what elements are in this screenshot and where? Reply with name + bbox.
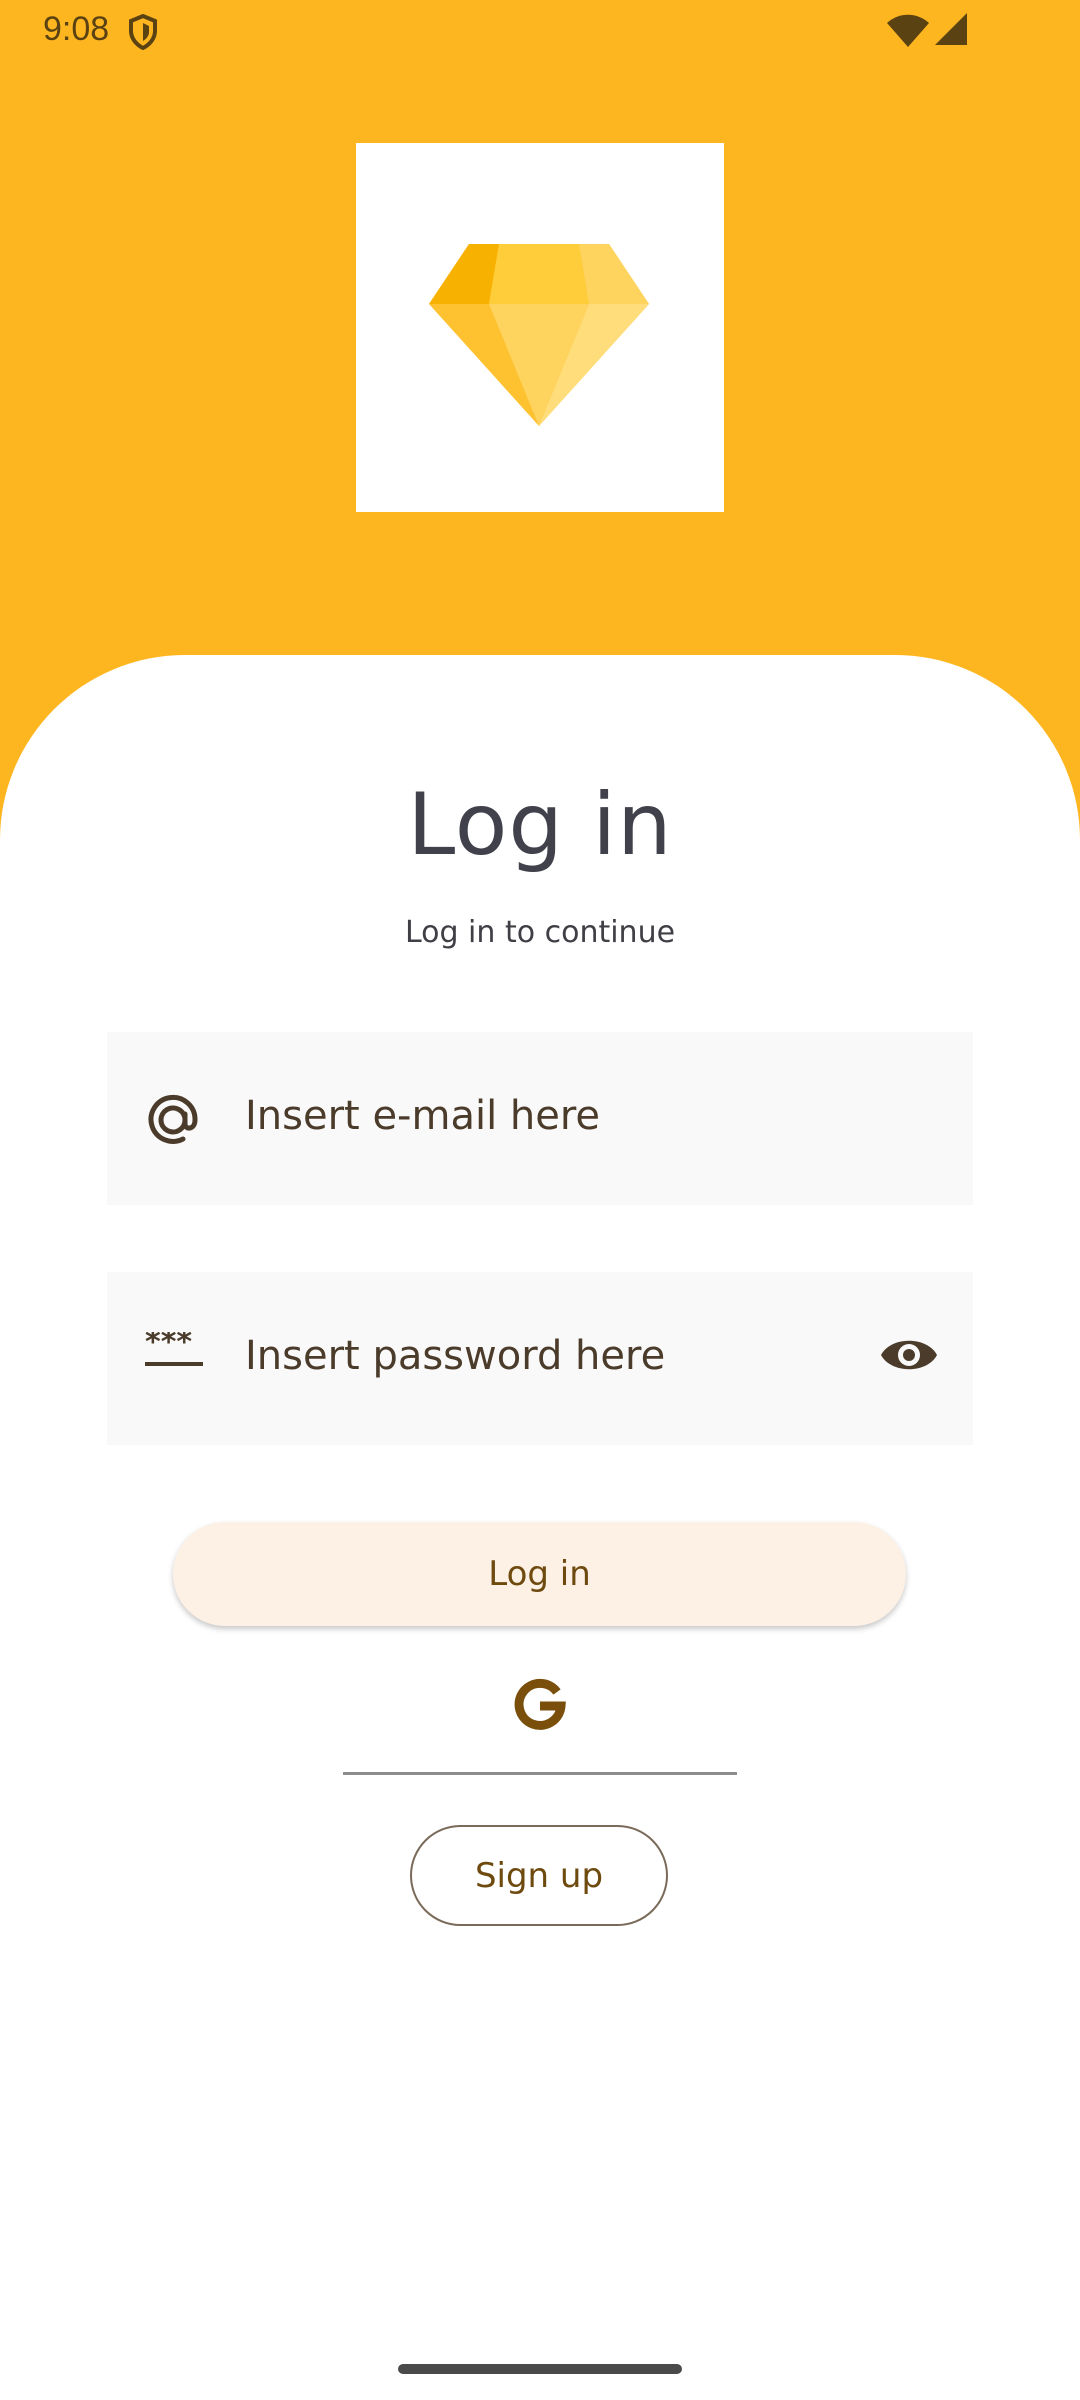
- page-subtitle: Log in to continue: [404, 915, 676, 950]
- home-indicator[interactable]: [398, 2364, 682, 2374]
- password-dots-icon: ***: [145, 1332, 203, 1366]
- status-time: 9:08: [43, 10, 110, 48]
- divider: [343, 1772, 737, 1775]
- eye-icon[interactable]: [879, 1334, 939, 1376]
- svg-text:***: ***: [145, 1332, 192, 1360]
- email-field[interactable]: [107, 1032, 973, 1205]
- status-bar: 9:08: [0, 0, 1080, 60]
- app-logo: [356, 143, 724, 512]
- page-title: Log in: [407, 775, 673, 875]
- shield-icon: [129, 14, 157, 50]
- at-sign-icon: [148, 1094, 198, 1144]
- email-input[interactable]: [245, 1086, 805, 1146]
- diamond-icon: [429, 244, 649, 426]
- password-field[interactable]: ***: [107, 1272, 973, 1445]
- login-button[interactable]: Log in: [173, 1522, 906, 1626]
- password-input[interactable]: [245, 1326, 805, 1386]
- signal-icon: [935, 13, 967, 45]
- google-icon[interactable]: [513, 1678, 567, 1732]
- wifi-icon: [887, 14, 929, 47]
- sign-up-button[interactable]: Sign up: [410, 1825, 668, 1926]
